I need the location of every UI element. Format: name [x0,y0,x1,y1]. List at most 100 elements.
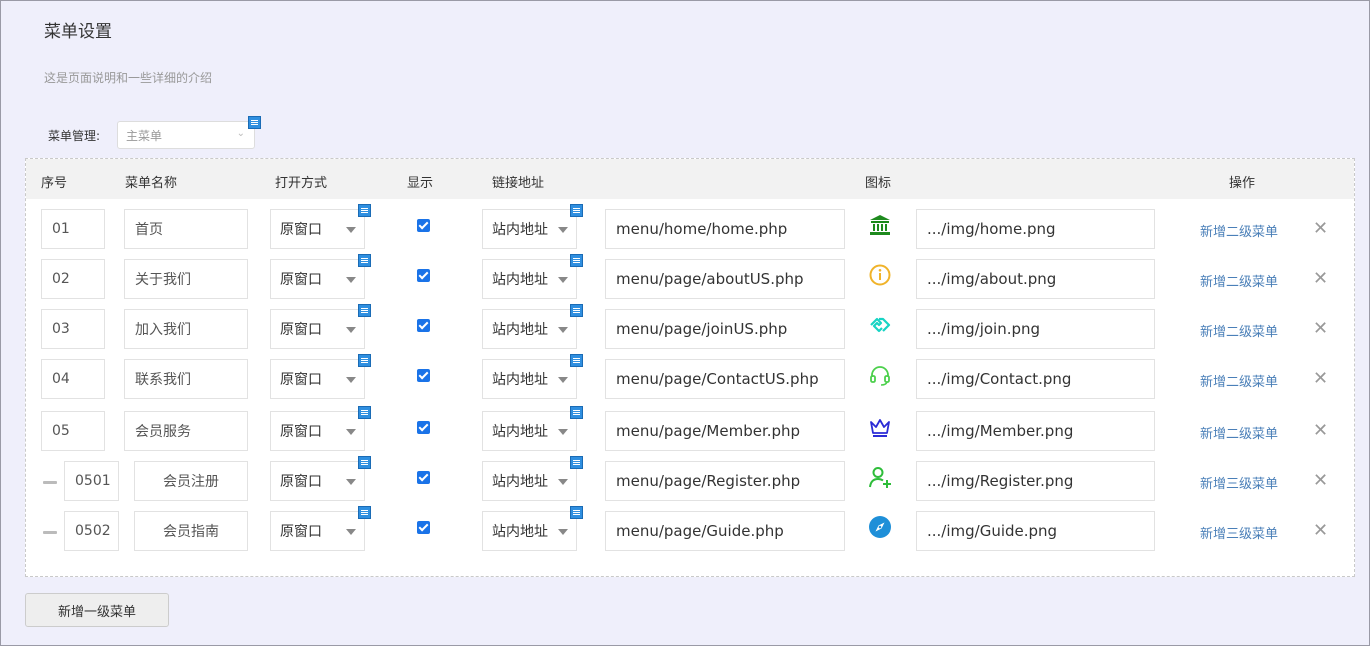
document-icon[interactable] [358,456,371,469]
name-field[interactable]: 首页 [124,209,248,249]
triangle-down-icon [346,227,356,233]
close-icon[interactable]: ✕ [1313,522,1328,540]
link-type-select[interactable]: 站内地址 [482,511,577,551]
add-submenu-link[interactable]: 新增二级菜单 [1200,321,1278,340]
document-icon[interactable] [358,506,371,519]
open-mode-value: 原窗口 [280,322,322,338]
link-type-value: 站内地址 [492,372,548,388]
icon-path-field[interactable]: .../img/Guide.png [916,511,1155,551]
triangle-down-icon [558,227,568,233]
document-icon[interactable] [358,354,371,367]
link-type-value: 站内地址 [492,524,548,540]
show-checkbox[interactable] [417,421,430,434]
open-mode-value: 原窗口 [280,372,322,388]
index-field[interactable]: 01 [41,209,105,249]
icon-path-field[interactable]: .../img/home.png [916,209,1155,249]
add-submenu-link[interactable]: 新增二级菜单 [1200,221,1278,240]
add-level1-menu-button[interactable]: 新增一级菜单 [25,593,169,627]
url-field[interactable]: menu/page/joinUS.php [605,309,845,349]
header-open-mode: 打开方式 [275,176,328,191]
link-type-select[interactable]: 站内地址 [482,259,577,299]
document-icon[interactable] [358,304,371,317]
document-icon[interactable] [570,456,583,469]
document-icon[interactable] [570,406,583,419]
link-type-select[interactable]: 站内地址 [482,209,577,249]
add-submenu-link[interactable]: 新增二级菜单 [1200,271,1278,290]
header-icon: 图标 [865,176,892,191]
name-field[interactable]: 加入我们 [124,309,248,349]
header-index: 序号 [41,176,68,191]
document-icon[interactable] [358,204,371,217]
add-submenu-link[interactable]: 新增二级菜单 [1200,423,1278,442]
header-link: 链接地址 [492,176,545,191]
document-icon[interactable] [358,406,371,419]
icon-path-field[interactable]: .../img/Contact.png [916,359,1155,399]
page-title: 菜单设置 [44,22,112,42]
index-field[interactable]: 0502 [64,511,119,551]
document-icon[interactable] [358,254,371,267]
icon-path-field[interactable]: .../img/Register.png [916,461,1155,501]
open-mode-select[interactable]: 原窗口 [270,209,365,249]
open-mode-select[interactable]: 原窗口 [270,309,365,349]
open-mode-select[interactable]: 原窗口 [270,511,365,551]
open-mode-value: 原窗口 [280,474,322,490]
name-field[interactable]: 联系我们 [124,359,248,399]
link-type-select[interactable]: 站内地址 [482,309,577,349]
close-icon[interactable]: ✕ [1313,270,1328,288]
triangle-down-icon [346,479,356,485]
url-field[interactable]: menu/home/home.php [605,209,845,249]
name-field[interactable]: 关于我们 [124,259,248,299]
index-field[interactable]: 05 [41,411,105,451]
show-checkbox[interactable] [417,471,430,484]
document-icon[interactable] [570,506,583,519]
index-field[interactable]: 03 [41,309,105,349]
link-type-select[interactable]: 站内地址 [482,411,577,451]
document-icon[interactable] [570,304,583,317]
triangle-down-icon [346,429,356,435]
icon-path-field[interactable]: .../img/join.png [916,309,1155,349]
link-type-select[interactable]: 站内地址 [482,461,577,501]
index-field[interactable]: 0501 [64,461,119,501]
show-checkbox[interactable] [417,521,430,534]
close-icon[interactable]: ✕ [1313,370,1328,388]
index-field[interactable]: 04 [41,359,105,399]
show-checkbox[interactable] [417,269,430,282]
url-field[interactable]: menu/page/ContactUS.php [605,359,845,399]
open-mode-select[interactable]: 原窗口 [270,461,365,501]
close-icon[interactable]: ✕ [1313,422,1328,440]
triangle-down-icon [346,277,356,283]
crown-icon [868,415,892,439]
document-icon[interactable] [248,116,261,129]
name-field[interactable]: 会员注册 [134,461,248,501]
url-field[interactable]: menu/page/Register.php [605,461,845,501]
show-checkbox[interactable] [417,219,430,232]
open-mode-value: 原窗口 [280,272,322,288]
triangle-down-icon [558,429,568,435]
open-mode-select[interactable]: 原窗口 [270,259,365,299]
url-field[interactable]: menu/page/Guide.php [605,511,845,551]
add-submenu-link[interactable]: 新增三级菜单 [1200,523,1278,542]
close-icon[interactable]: ✕ [1313,320,1328,338]
document-icon[interactable] [570,354,583,367]
name-field[interactable]: 会员服务 [124,411,248,451]
close-icon[interactable]: ✕ [1313,220,1328,238]
name-field[interactable]: 会员指南 [134,511,248,551]
document-icon[interactable] [570,254,583,267]
url-field[interactable]: menu/page/aboutUS.php [605,259,845,299]
open-mode-value: 原窗口 [280,524,322,540]
menu-manager-select[interactable]: 主菜单 ⌄ [117,121,255,149]
url-field[interactable]: menu/page/Member.php [605,411,845,451]
open-mode-select[interactable]: 原窗口 [270,359,365,399]
icon-path-field[interactable]: .../img/Member.png [916,411,1155,451]
headset-icon [868,363,892,387]
link-type-select[interactable]: 站内地址 [482,359,577,399]
index-field[interactable]: 02 [41,259,105,299]
open-mode-select[interactable]: 原窗口 [270,411,365,451]
icon-path-field[interactable]: .../img/about.png [916,259,1155,299]
document-icon[interactable] [570,204,583,217]
show-checkbox[interactable] [417,319,430,332]
add-submenu-link[interactable]: 新增三级菜单 [1200,473,1278,492]
close-icon[interactable]: ✕ [1313,472,1328,490]
show-checkbox[interactable] [417,369,430,382]
add-submenu-link[interactable]: 新增二级菜单 [1200,371,1278,390]
